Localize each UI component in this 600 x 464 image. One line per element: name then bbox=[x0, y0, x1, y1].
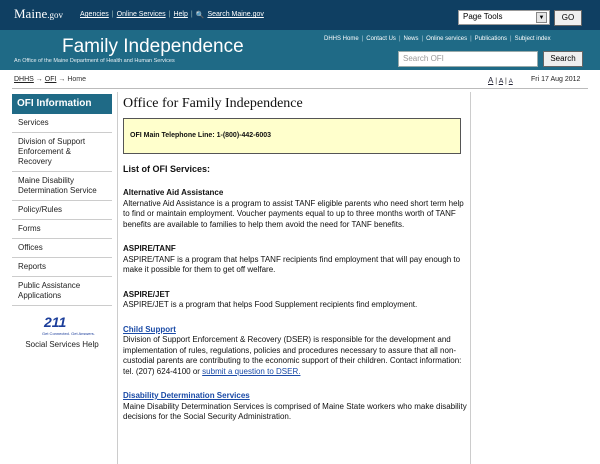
separator: | bbox=[495, 78, 498, 85]
sidebar-item-public-assistance-applications[interactable]: Public Assistance Applications bbox=[12, 277, 112, 306]
sidebar-item-policy-rules[interactable]: Policy/Rules bbox=[12, 201, 112, 220]
phone-notice: OFI Main Telephone Line: 1-(800)-442-600… bbox=[123, 118, 461, 154]
service-description: Maine Disability Determination Services … bbox=[123, 401, 467, 422]
breadcrumb-home: Home bbox=[67, 76, 87, 83]
text-size-medium[interactable]: A bbox=[499, 78, 503, 85]
link-help[interactable]: Help bbox=[173, 11, 187, 19]
text-size-small[interactable]: A bbox=[509, 79, 513, 85]
search-input[interactable]: Search OFI bbox=[398, 51, 538, 67]
maine-gov-logo[interactable]: Maine.gov bbox=[14, 6, 63, 22]
nav-subject-index[interactable]: Subject index bbox=[515, 36, 551, 42]
link-search-maine-gov[interactable]: Search Maine.gov bbox=[207, 11, 263, 19]
nav-contact-us[interactable]: Contact Us bbox=[366, 36, 396, 42]
sidebar: OFI Information Services Division of Sup… bbox=[12, 94, 112, 349]
page-tools-select[interactable]: Page Tools ▼ bbox=[458, 10, 550, 25]
separator: | bbox=[190, 11, 193, 18]
sidebar-item-dser[interactable]: Division of Support Enforcement & Recove… bbox=[12, 133, 112, 172]
separator: | bbox=[470, 36, 472, 42]
disability-determination-link[interactable]: Disability Determination Services bbox=[123, 391, 468, 402]
nav-news[interactable]: News bbox=[404, 36, 419, 42]
sidebar-item-offices[interactable]: Offices bbox=[12, 239, 112, 258]
services-list-title: List of OFI Services: bbox=[123, 164, 211, 174]
text-size-controls: A | A | A bbox=[488, 76, 513, 85]
submit-question-dser-link[interactable]: submit a question to DSER. bbox=[202, 367, 300, 376]
breadcrumb-ofi[interactable]: OFI bbox=[45, 76, 57, 83]
breadcrumb: DHHS → OFI → Home bbox=[14, 76, 86, 83]
brand-name: Maine bbox=[14, 6, 48, 21]
top-bar: Maine.gov Agencies | Online Services | Hel… bbox=[0, 0, 600, 30]
logo-text: Get Connected. Get Answers. bbox=[42, 331, 95, 336]
text-size-large[interactable]: A bbox=[488, 76, 493, 85]
search-button[interactable]: Search bbox=[543, 51, 583, 67]
separator: | bbox=[168, 11, 171, 18]
go-button[interactable]: GO bbox=[554, 10, 582, 26]
top-links: Agencies | Online Services | Help | 🔍 Search… bbox=[80, 11, 264, 19]
divider bbox=[470, 92, 471, 464]
sidebar-item-services[interactable]: Services bbox=[12, 114, 112, 133]
logo-number: 211 bbox=[44, 314, 67, 330]
sidebar-heading: OFI Information bbox=[12, 94, 112, 114]
nav-online-services[interactable]: Online services bbox=[426, 36, 467, 42]
breadcrumb-separator: → bbox=[58, 76, 66, 83]
child-support-link[interactable]: Child Support bbox=[123, 325, 468, 336]
brand-suffix: .gov bbox=[47, 10, 63, 20]
service-description: ASPIRE/TANF is a program that helps TANF… bbox=[123, 254, 461, 275]
banner-nav: DHHS Home | Contact Us | News | Online serv… bbox=[324, 36, 551, 42]
service-item: Child Support Division of Support Enforc… bbox=[123, 325, 468, 378]
main-content: Office for Family Independence OFI Main … bbox=[123, 96, 468, 423]
service-item: ASPIRE/JET ASPIRE/JET is a program that … bbox=[123, 290, 468, 311]
breadcrumb-separator: → bbox=[35, 76, 43, 83]
link-agencies[interactable]: Agencies bbox=[80, 11, 109, 19]
site-subtitle: An Office of the Maine Department of Hea… bbox=[14, 58, 175, 64]
211-logo[interactable]: 211 Get Connected. Get Answers. bbox=[42, 314, 95, 338]
sidebar-item-disability-determination[interactable]: Maine Disability Determination Service bbox=[12, 172, 112, 201]
sidebar-item-reports[interactable]: Reports bbox=[12, 258, 112, 277]
current-date: Fri 17 Aug 2012 bbox=[531, 76, 581, 83]
search-icon: 🔍 bbox=[195, 12, 205, 19]
service-description: Division of Support Enforcement & Recove… bbox=[123, 335, 468, 377]
service-item: ASPIRE/TANF ASPIRE/TANF is a program tha… bbox=[123, 244, 468, 276]
service-description: Alternative Aid Assistance is a program … bbox=[123, 198, 464, 229]
sidebar-item-forms[interactable]: Forms bbox=[12, 220, 112, 239]
separator: | bbox=[398, 36, 401, 42]
chevron-down-icon: ▼ bbox=[536, 12, 547, 23]
link-online-services[interactable]: Online Services bbox=[117, 11, 166, 19]
service-name: ASPIRE/JET bbox=[123, 289, 170, 299]
page-title: Office for Family Independence bbox=[123, 96, 303, 111]
service-name: Alternative Aid Assistance bbox=[123, 188, 224, 197]
page: Maine.gov Agencies | Online Services | Hel… bbox=[0, 0, 600, 464]
separator: | bbox=[361, 36, 364, 42]
separator: | bbox=[504, 78, 507, 85]
service-item: Alternative Aid Assistance Alternative A… bbox=[123, 188, 468, 230]
nav-publications[interactable]: Publications bbox=[475, 36, 507, 42]
separator: | bbox=[510, 36, 512, 42]
nav-dhhs-home[interactable]: DHHS Home bbox=[324, 36, 359, 42]
divider bbox=[117, 92, 118, 464]
separator: | bbox=[421, 36, 424, 42]
separator: | bbox=[111, 11, 114, 18]
site-title[interactable]: Family Independence bbox=[62, 36, 244, 58]
service-item: Disability Determination Services Maine … bbox=[123, 391, 468, 423]
service-name: ASPIRE/TANF bbox=[123, 244, 176, 253]
social-services-help-link[interactable]: Social Services Help bbox=[12, 340, 112, 349]
page-tools-label: Page Tools bbox=[463, 12, 503, 21]
divider bbox=[12, 88, 588, 89]
breadcrumb-dhhs[interactable]: DHHS bbox=[14, 76, 34, 83]
service-description: ASPIRE/JET is a program that helps Food … bbox=[123, 300, 418, 309]
